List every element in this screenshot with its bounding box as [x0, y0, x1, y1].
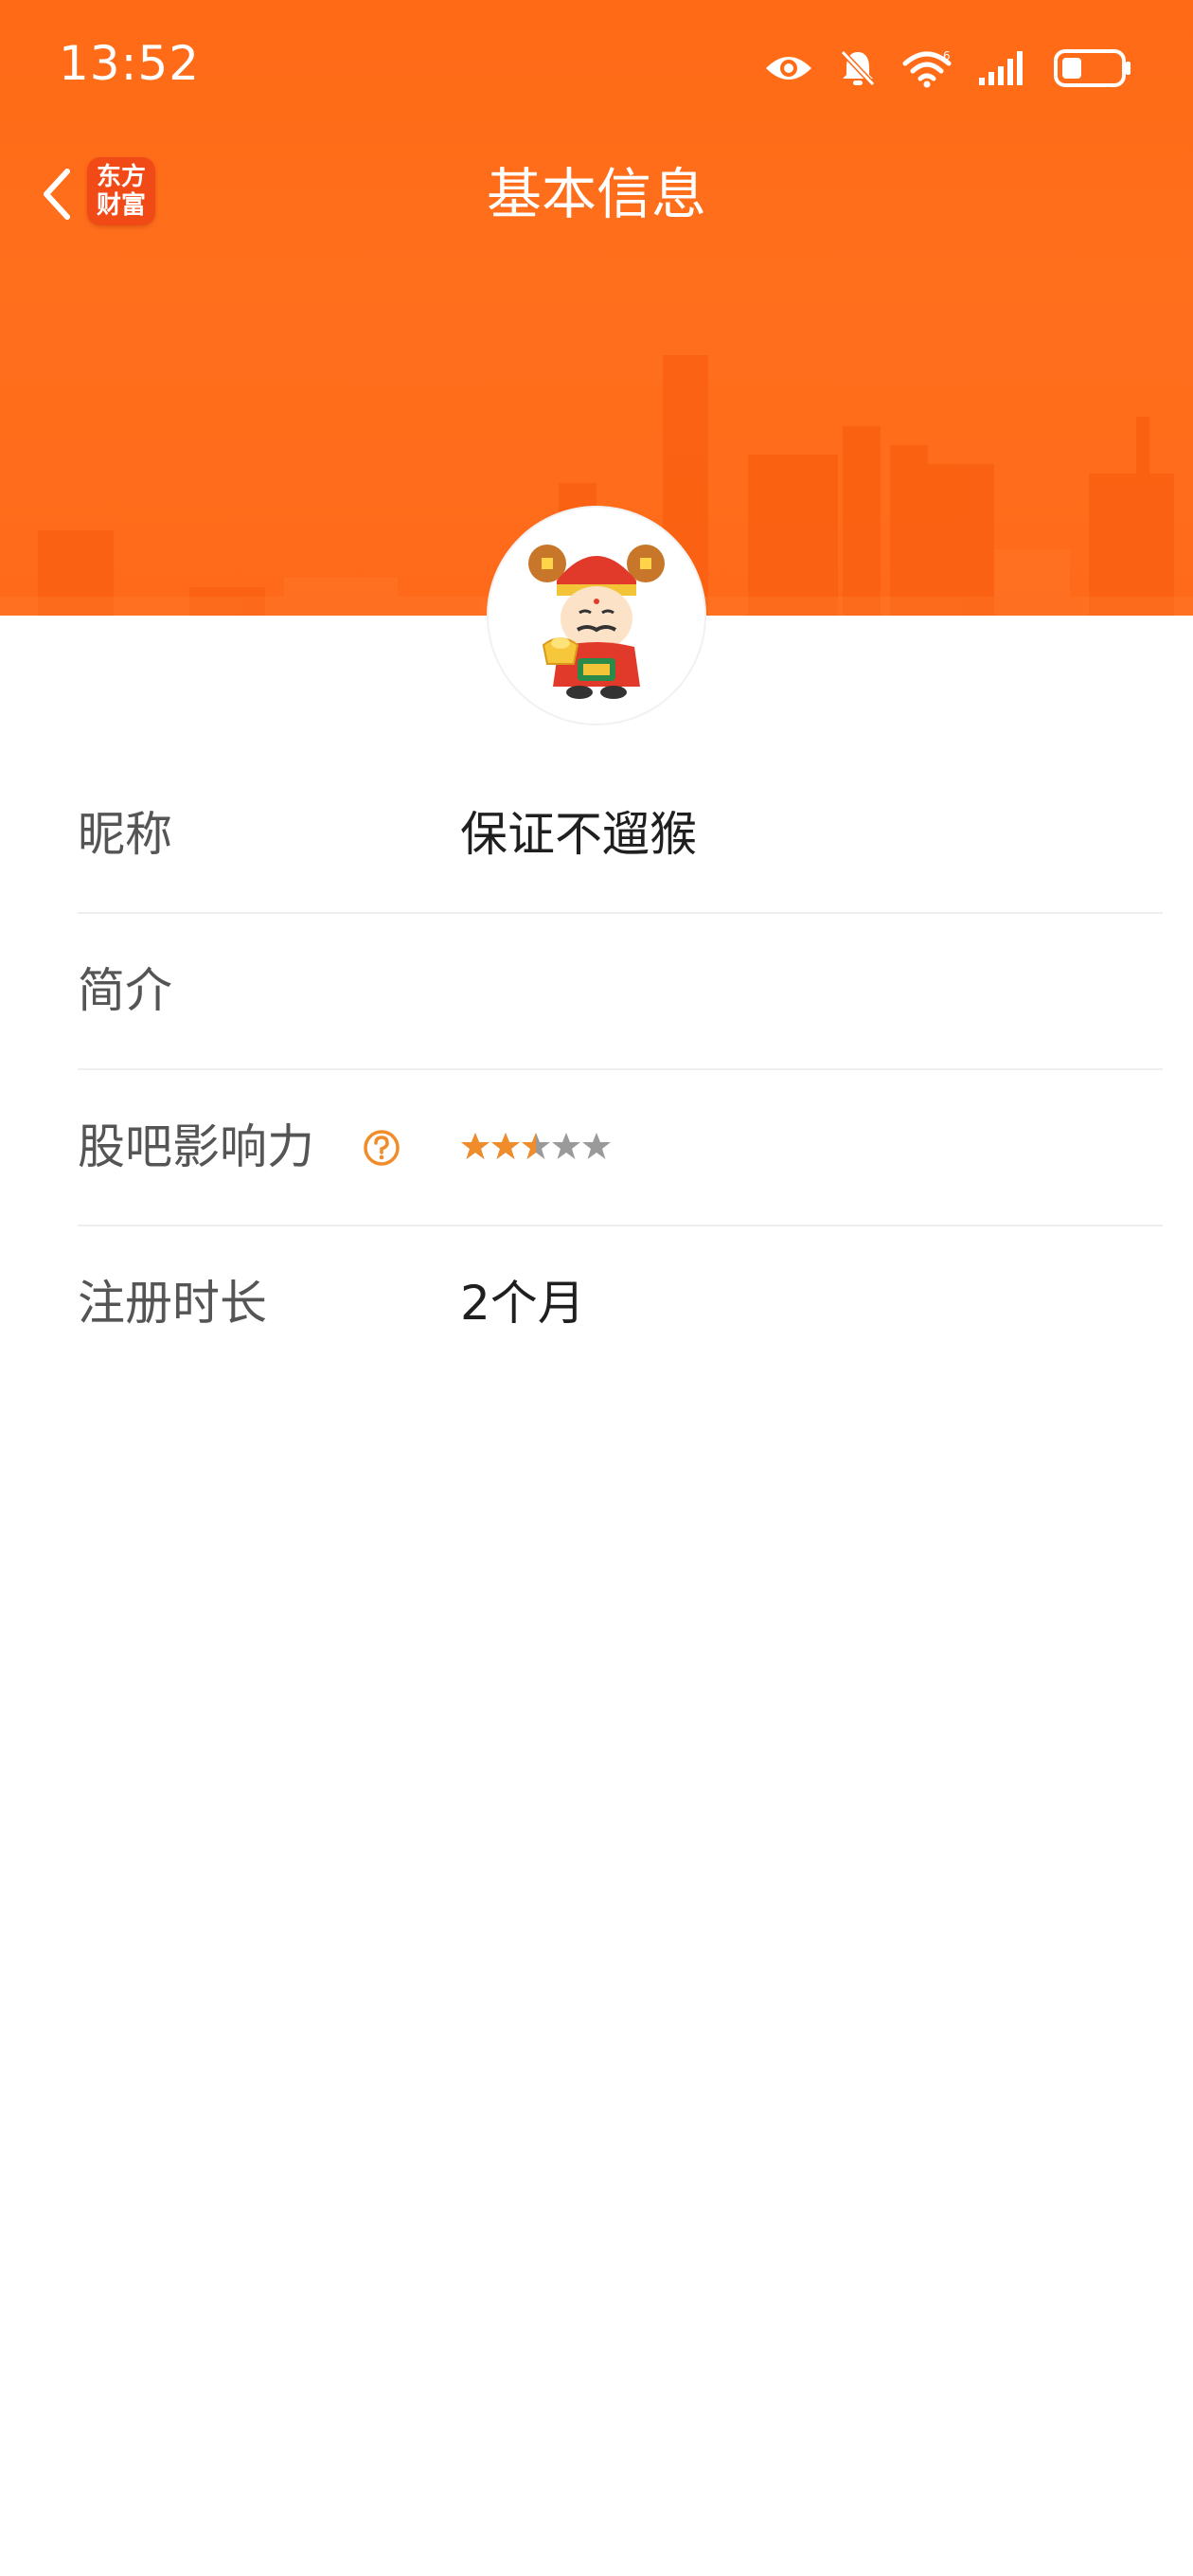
nickname-label: 昵称 [78, 807, 172, 862]
nickname-value: 保证不遛猴 [460, 807, 697, 862]
chevron-left-icon [44, 169, 70, 220]
profile-info-list: 昵称 保证不遛猴 简介 股吧影响力 注册时长 2个月 [78, 758, 1163, 1381]
rating-star-icon [552, 1133, 580, 1159]
question-circle-icon[interactable] [362, 1128, 401, 1168]
influence-rating-stars [460, 1131, 612, 1165]
rating-star-icon [522, 1133, 550, 1159]
svg-text:6: 6 [943, 49, 951, 63]
app-logo-line2: 财富 [96, 191, 146, 220]
app-logo-line1: 东方 [96, 163, 146, 191]
rating-star-icon [461, 1133, 490, 1159]
eye-icon [766, 57, 811, 80]
registration-label: 注册时长 [78, 1276, 267, 1331]
info-row-influence: 股吧影响力 [78, 1070, 1163, 1226]
eastmoney-app-logo[interactable]: 东方 财富 [87, 157, 155, 225]
registration-value: 2个月 [460, 1276, 585, 1331]
bio-label: 简介 [78, 963, 172, 1018]
battery-icon [1054, 49, 1131, 87]
status-bar: 13:52 6 [0, 0, 1193, 133]
status-icons: 6 [763, 42, 1132, 95]
top-navigation-bar: 东方 财富 基本信息 [0, 142, 1193, 246]
avatar[interactable] [489, 508, 704, 724]
info-row-bio: 简介 [78, 914, 1163, 1070]
rating-star-icon [582, 1133, 611, 1159]
status-time: 13:52 [59, 36, 201, 91]
wifi-icon: 6 [902, 49, 952, 88]
back-button[interactable] [23, 161, 89, 227]
influence-label: 股吧影响力 [78, 1119, 314, 1174]
info-row-registration: 注册时长 2个月 [78, 1226, 1163, 1381]
info-row-nickname: 昵称 保证不遛猴 [78, 758, 1163, 914]
rating-star-icon [491, 1133, 520, 1159]
page-title: 基本信息 [486, 162, 706, 226]
signal-icon [979, 51, 1023, 85]
bell-off-icon [840, 49, 876, 87]
fortune-god-avatar-image [528, 545, 665, 699]
